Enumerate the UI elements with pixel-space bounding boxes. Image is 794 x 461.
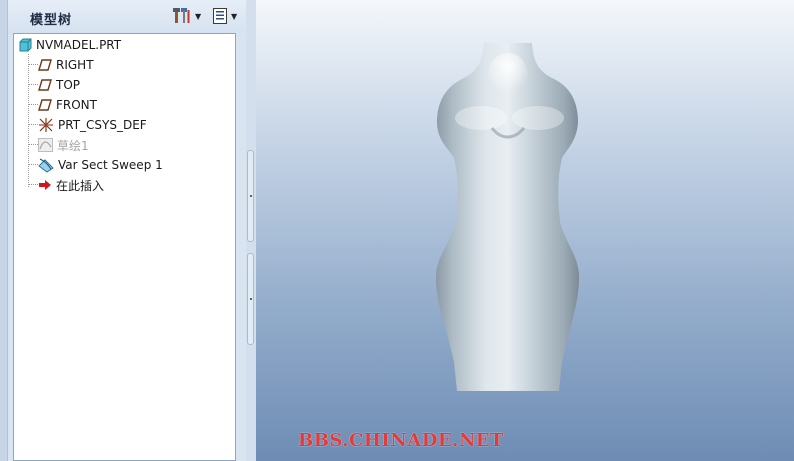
tree-item-label: RIGHT bbox=[56, 58, 94, 72]
tree-item-label: TOP bbox=[56, 78, 81, 92]
watermark-text: BBS.CHINADE.NET bbox=[298, 430, 504, 451]
panel-splitter[interactable] bbox=[246, 0, 256, 461]
neck-highlight bbox=[488, 53, 528, 97]
sketch-icon bbox=[38, 138, 53, 152]
list-icon bbox=[213, 8, 227, 24]
chevron-down-icon: ▼ bbox=[231, 11, 238, 21]
tree-item-label: 草绘1 bbox=[57, 138, 89, 153]
tree-item-label: FRONT bbox=[56, 98, 97, 112]
tree-connector bbox=[28, 124, 38, 125]
tree-item-csys[interactable]: PRT_CSYS_DEF bbox=[38, 116, 147, 134]
tree-item-label: NVMADEL.PRT bbox=[36, 38, 122, 52]
datum-plane-icon bbox=[38, 99, 52, 111]
datum-plane-icon bbox=[38, 79, 52, 91]
tree-item-sweep[interactable]: Var Sect Sweep 1 bbox=[38, 156, 163, 174]
datum-plane-icon bbox=[38, 59, 52, 71]
tree-connector bbox=[28, 144, 38, 145]
tree-connector bbox=[28, 104, 38, 105]
tools-icon bbox=[173, 8, 190, 23]
csys-icon bbox=[39, 118, 53, 132]
chevron-down-icon: ▼ bbox=[195, 11, 202, 21]
tree-connector bbox=[28, 84, 38, 85]
tree-settings-button[interactable]: ▼ bbox=[172, 6, 208, 26]
tree-connector bbox=[28, 64, 38, 65]
tree-item-insert-here[interactable]: 在此插入 bbox=[38, 176, 104, 194]
tree-connector bbox=[28, 184, 38, 185]
model-tree-title: 模型树 bbox=[30, 13, 73, 28]
tree-item-sketch[interactable]: 草绘1 bbox=[38, 136, 89, 154]
tree-item-label: 在此插入 bbox=[56, 178, 105, 193]
tree-item-top[interactable]: TOP bbox=[38, 76, 80, 94]
tree-item-front[interactable]: FRONT bbox=[38, 96, 97, 114]
insert-arrow-icon bbox=[39, 180, 51, 190]
splitter-handle[interactable] bbox=[247, 150, 254, 242]
tree-show-button[interactable]: ▼ bbox=[212, 6, 248, 26]
tree-connector bbox=[28, 54, 29, 187]
tree-item-label: PRT_CSYS_DEF bbox=[58, 118, 147, 132]
splitter-handle[interactable] bbox=[247, 253, 254, 345]
tree-item-right[interactable]: RIGHT bbox=[38, 56, 94, 74]
chest-highlight bbox=[512, 106, 564, 130]
model-tree: NVMADEL.PRT RIGHT TOP FRONT PRT_CSYS_DEF… bbox=[13, 33, 236, 461]
panel-edge bbox=[0, 0, 8, 461]
chest-highlight bbox=[455, 106, 507, 130]
tree-item-label: Var Sect Sweep 1 bbox=[58, 158, 163, 172]
model-tree-header: 模型树 ▼ ▼ bbox=[8, 0, 246, 33]
mannequin-model bbox=[435, 43, 580, 391]
graphics-viewport[interactable]: BBS.CHINADE.NET bbox=[256, 0, 794, 461]
tree-connector bbox=[28, 164, 38, 165]
sweep-icon bbox=[38, 158, 54, 173]
model-tree-panel: 模型树 ▼ ▼ NVMADEL.PRT RIGHT TOP FRONT PRT_… bbox=[0, 0, 256, 461]
part-icon bbox=[19, 38, 32, 52]
tree-item-part[interactable]: NVMADEL.PRT bbox=[18, 36, 121, 54]
